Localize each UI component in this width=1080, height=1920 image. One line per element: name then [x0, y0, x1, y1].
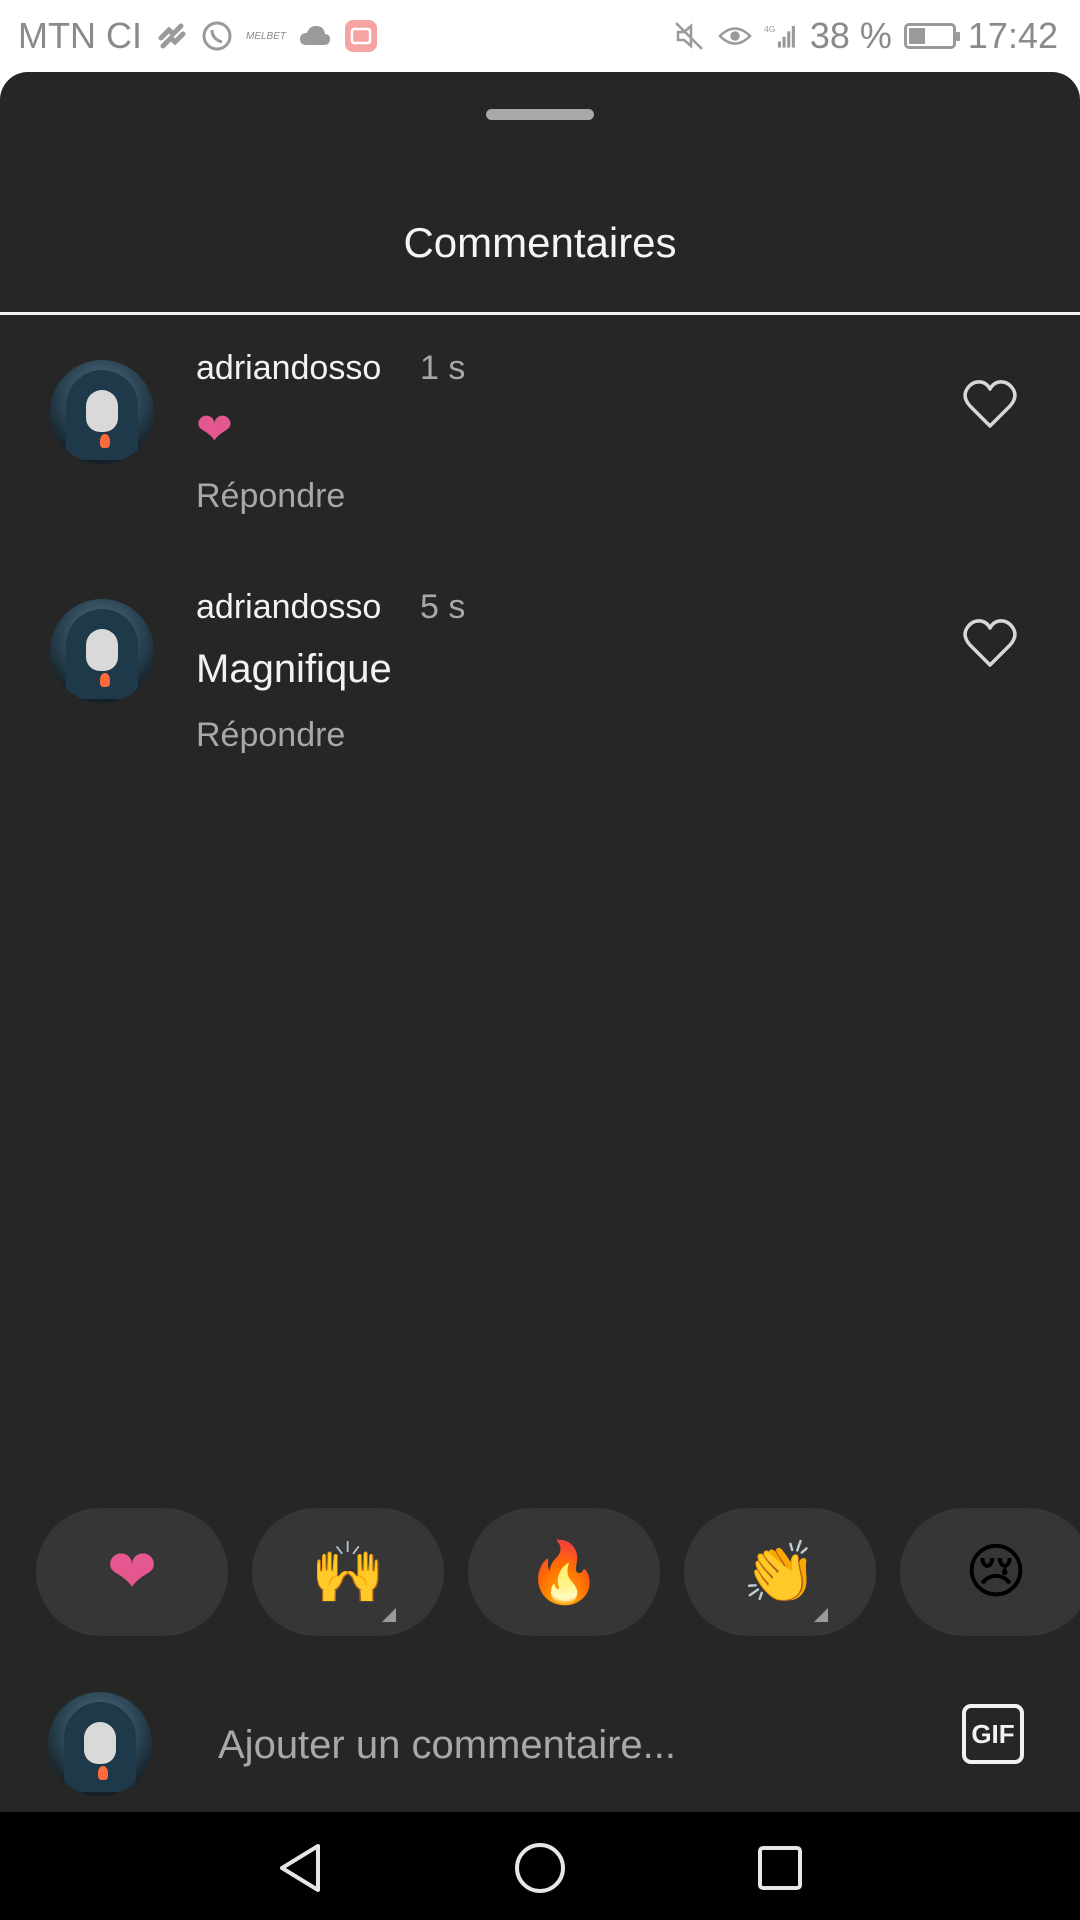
gif-label: GIF — [971, 1718, 1015, 1749]
reaction-clapping-hands-button[interactable]: 👏 — [684, 1508, 876, 1636]
sheet-drag-handle[interactable] — [486, 109, 594, 120]
heart-outline-icon[interactable] — [962, 617, 1018, 669]
signal-icon: 4G — [764, 19, 798, 53]
system-nav-bar — [0, 1812, 1080, 1920]
mute-icon — [672, 19, 706, 53]
quick-reactions-bar: ❤ 🙌 🔥 👏 😢 — [36, 1508, 1080, 1636]
avatar[interactable] — [50, 599, 154, 703]
reaction-emoji: 👏 — [742, 1538, 818, 1606]
battery-icon — [903, 23, 960, 49]
status-bar-left: MTN CI MELBET — [0, 15, 378, 57]
reaction-fire-button[interactable]: 🔥 — [468, 1508, 660, 1636]
gallery-app-icon — [344, 19, 378, 53]
back-icon[interactable] — [272, 1840, 328, 1896]
battery-percent: 38 % — [809, 15, 892, 56]
avatar[interactable] — [50, 360, 154, 464]
reaction-emoji: ❤ — [106, 1538, 158, 1605]
reaction-emoji: 😢 — [964, 1538, 1028, 1605]
comments-sheet: Commentaires adriandosso 1 s ❤ Répondre … — [0, 72, 1080, 1812]
status-bar: MTN CI MELBET 4G 38 % 17:42 — [0, 0, 1080, 72]
composer-avatar — [48, 1692, 152, 1796]
reaction-heart-button[interactable]: ❤ — [36, 1508, 228, 1636]
comment-username[interactable]: adriandosso — [196, 348, 381, 388]
verified-badge-icon — [154, 19, 188, 53]
heart-outline-icon[interactable] — [962, 378, 1018, 430]
recents-icon[interactable] — [752, 1840, 808, 1896]
reaction-raising-hands-button[interactable]: 🙌 — [252, 1508, 444, 1636]
melbet-label: MELBET — [245, 30, 286, 42]
comment-text: Magnifique — [196, 647, 392, 691]
comment-item: adriandosso 5 s Magnifique Répondre — [0, 587, 1080, 757]
comment-timestamp: 1 s — [420, 349, 466, 387]
cloud-icon — [298, 19, 332, 53]
reaction-emoji: 🙌 — [310, 1538, 386, 1606]
sheet-title: Commentaires — [403, 219, 677, 266]
reaction-emoji: 🔥 — [526, 1538, 602, 1606]
comment-item: adriandosso 1 s ❤ Répondre — [0, 348, 1080, 518]
comment-input[interactable] — [216, 1714, 920, 1776]
reaction-crying-face-button[interactable]: 😢 — [900, 1508, 1080, 1636]
header-divider — [0, 312, 1080, 315]
home-icon[interactable] — [512, 1840, 568, 1896]
comment-text: ❤ — [196, 405, 233, 454]
eye-icon — [718, 19, 752, 53]
gif-button[interactable]: GIF — [962, 1704, 1024, 1764]
status-bar-right: 4G 38 % 17:42 — [672, 15, 1080, 57]
whatsapp-icon — [200, 19, 234, 53]
variants-indicator-icon — [814, 1608, 828, 1622]
comment-composer: GIF — [0, 1672, 1080, 1812]
variants-indicator-icon — [382, 1608, 396, 1622]
reply-button[interactable]: Répondre — [196, 715, 345, 755]
network-type-label: 4G — [764, 24, 775, 34]
comment-timestamp: 5 s — [420, 588, 466, 626]
clock: 17:42 — [967, 15, 1058, 56]
comment-username[interactable]: adriandosso — [196, 587, 381, 627]
carrier-label: MTN CI — [18, 15, 142, 56]
reply-button[interactable]: Répondre — [196, 476, 345, 516]
